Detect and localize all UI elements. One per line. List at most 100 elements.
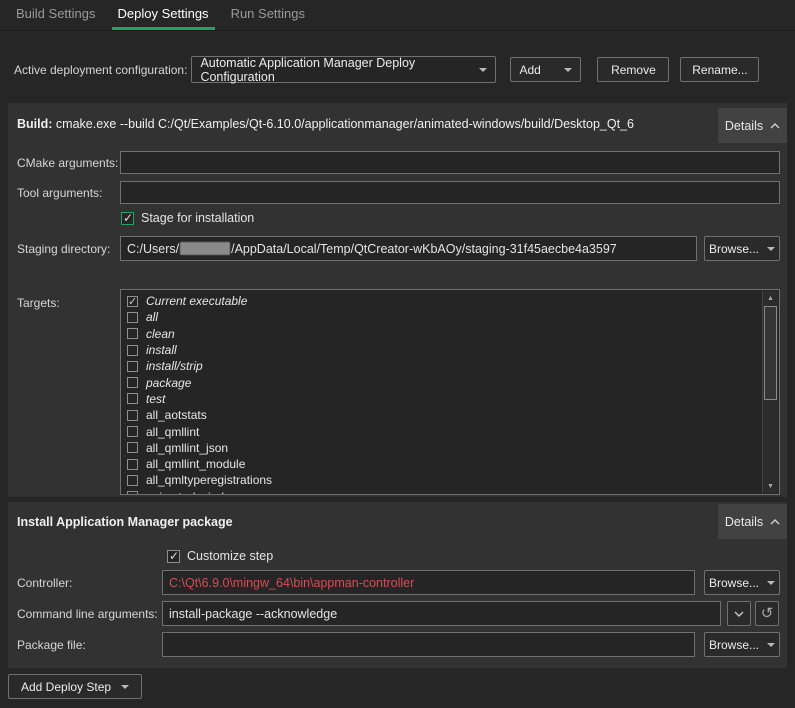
build-command-text: cmake.exe --build C:/Qt/Examples/Qt-6.10… (56, 117, 634, 131)
package-file-input[interactable] (162, 632, 695, 657)
cmake-arguments-label: CMake arguments: (17, 156, 118, 170)
build-title-prefix: Build: (17, 117, 52, 131)
controller-input[interactable] (162, 570, 695, 595)
scroll-up-arrow-icon[interactable]: ▲ (763, 291, 778, 305)
stage-for-installation-label: Stage for installation (141, 211, 254, 225)
remove-button[interactable]: Remove (597, 57, 669, 82)
add-button[interactable]: Add (510, 57, 581, 82)
staging-browse-button[interactable]: Browse... (704, 236, 780, 261)
tool-arguments-input[interactable] (120, 181, 780, 204)
target-label: install/strip (146, 359, 203, 373)
targets-label: Targets: (17, 296, 60, 310)
tool-arguments-label: Tool arguments: (17, 186, 102, 200)
target-row[interactable]: clean (121, 326, 761, 342)
target-row[interactable]: test (121, 391, 761, 407)
target-label: package (146, 376, 191, 390)
controller-label: Controller: (17, 576, 72, 590)
customize-step-checkbox-row[interactable]: Customize step (167, 549, 273, 563)
target-checkbox[interactable] (127, 491, 138, 495)
target-row[interactable]: install/strip (121, 358, 761, 374)
target-row[interactable]: install (121, 342, 761, 358)
chevron-up-icon (770, 123, 780, 129)
add-deploy-step-label: Add Deploy Step (21, 680, 111, 694)
command-line-arguments-label: Command line arguments: (17, 607, 158, 621)
stage-for-installation-checkbox-row[interactable]: Stage for installation (121, 211, 254, 225)
target-checkbox[interactable] (127, 459, 138, 470)
package-file-browse-button[interactable]: Browse... (704, 632, 780, 657)
target-label: Current executable (146, 294, 247, 308)
target-row[interactable]: package (121, 374, 761, 390)
targets-list[interactable]: Current executable all clean install install… (120, 289, 780, 495)
target-checkbox[interactable] (127, 426, 138, 437)
build-step-title: Build: cmake.exe --build C:/Qt/Examples/… (17, 117, 634, 131)
target-checkbox[interactable] (127, 475, 138, 486)
target-label: all (146, 310, 158, 324)
target-label: test (146, 392, 165, 406)
chevron-down-icon (121, 685, 129, 689)
scroll-down-arrow-icon[interactable]: ▼ (763, 479, 778, 493)
chevron-down-icon (767, 247, 775, 251)
browse-label: Browse... (709, 242, 759, 256)
target-checkbox[interactable] (127, 393, 138, 404)
deploy-configuration-value: Automatic Application Manager Deploy Con… (200, 56, 479, 84)
staging-path-suffix: /AppData/Local/Temp/QtCreator-wKbAOy/sta… (231, 242, 617, 256)
staging-path-prefix: C:/Users/ (127, 242, 179, 256)
target-row[interactable]: all_qmllint_json (121, 440, 761, 456)
reset-icon: ↺ (761, 606, 774, 621)
chevron-down-icon (734, 611, 744, 617)
deployment-configuration-row: Active deployment configuration: Automat… (14, 56, 759, 83)
target-checkbox[interactable] (127, 410, 138, 421)
target-row[interactable]: animated-windows (121, 489, 761, 495)
chevron-down-icon (479, 68, 487, 72)
active-deployment-configuration-label: Active deployment configuration: (14, 63, 187, 77)
install-details-button[interactable]: Details (718, 504, 787, 539)
controller-browse-button[interactable]: Browse... (704, 570, 780, 595)
customize-step-checkbox[interactable] (167, 550, 180, 563)
target-checkbox[interactable] (127, 442, 138, 453)
rename-button[interactable]: Rename... (680, 57, 759, 82)
target-row[interactable]: Current executable (121, 293, 761, 309)
target-row[interactable]: all (121, 309, 761, 325)
target-label: clean (146, 327, 175, 341)
tab-deploy-settings[interactable]: Deploy Settings (112, 0, 215, 30)
tab-build-settings[interactable]: Build Settings (10, 0, 102, 30)
deploy-configuration-select[interactable]: Automatic Application Manager Deploy Con… (191, 56, 496, 83)
chevron-down-icon (564, 68, 572, 72)
cmake-arguments-input[interactable] (120, 151, 780, 174)
target-checkbox[interactable] (127, 345, 138, 356)
staging-directory-input[interactable]: C:/Users/ /AppData/Local/Temp/QtCreator-w… (120, 236, 697, 261)
tab-run-settings[interactable]: Run Settings (225, 0, 311, 30)
target-checkbox[interactable] (127, 296, 138, 307)
targets-scrollbar[interactable]: ▲ ▼ (762, 291, 778, 493)
target-label: all_qmllint (146, 425, 199, 439)
target-row[interactable]: all_qmllint_module (121, 456, 761, 472)
build-step-section: Build: cmake.exe --build C:/Qt/Examples/… (8, 103, 787, 497)
target-checkbox[interactable] (127, 328, 138, 339)
install-package-section: Install Application Manager package Deta… (8, 502, 787, 668)
target-label: install (146, 343, 177, 357)
scrollbar-thumb[interactable] (764, 306, 777, 400)
target-label: all_qmltyperegistrations (146, 473, 272, 487)
command-line-arguments-input[interactable] (162, 601, 721, 626)
stage-for-installation-checkbox[interactable] (121, 212, 134, 225)
customize-step-label: Customize step (187, 549, 273, 563)
settings-tabbar: Build Settings Deploy Settings Run Setti… (0, 0, 795, 31)
build-details-button[interactable]: Details (718, 108, 787, 143)
redacted-username-block (180, 242, 230, 255)
chevron-down-icon (767, 581, 775, 585)
staging-directory-label: Staging directory: (17, 242, 110, 256)
target-row[interactable]: all_qmllint (121, 423, 761, 439)
add-button-label: Add (519, 63, 540, 77)
add-deploy-step-button[interactable]: Add Deploy Step (8, 674, 142, 699)
target-label: all_qmllint_module (146, 457, 245, 471)
chevron-down-icon (767, 643, 775, 647)
target-checkbox[interactable] (127, 361, 138, 372)
reset-arguments-button[interactable]: ↺ (755, 601, 779, 626)
target-row[interactable]: all_aotstats (121, 407, 761, 423)
target-checkbox[interactable] (127, 312, 138, 323)
target-checkbox[interactable] (127, 377, 138, 388)
chevron-up-icon (770, 519, 780, 525)
target-row[interactable]: all_qmltyperegistrations (121, 472, 761, 488)
expand-arguments-button[interactable] (727, 601, 751, 626)
package-file-label: Package file: (17, 638, 86, 652)
